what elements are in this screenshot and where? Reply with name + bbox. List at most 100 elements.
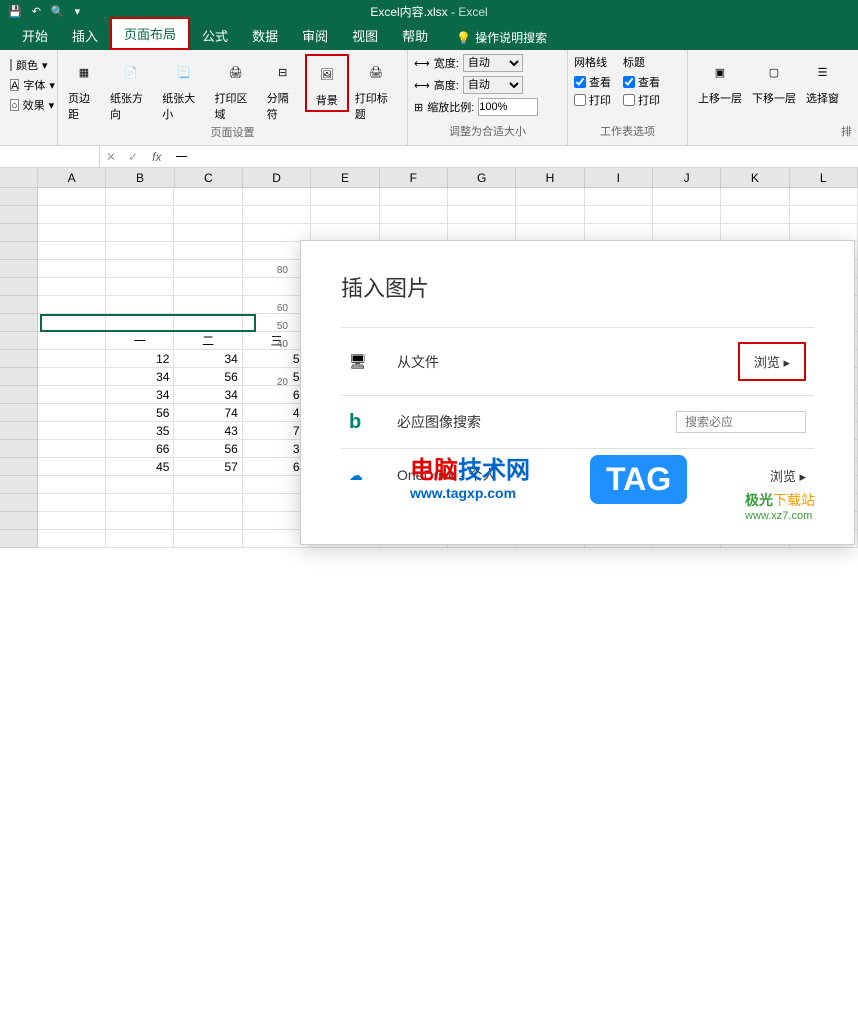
bing-search-row[interactable]: b 必应图像搜索 <box>341 395 814 448</box>
cell[interactable]: 74 <box>174 404 242 422</box>
col-header[interactable]: A <box>38 168 106 187</box>
cell[interactable] <box>106 512 174 530</box>
cell[interactable] <box>516 206 584 224</box>
cell[interactable] <box>106 260 174 278</box>
width-select[interactable]: 自动 <box>463 54 523 72</box>
tab-home[interactable]: 开始 <box>10 21 60 50</box>
size-button[interactable]: 📃纸张大小 <box>158 54 208 124</box>
browse-button[interactable]: 浏览 ▸ <box>738 342 806 381</box>
cell[interactable] <box>721 188 789 206</box>
col-header[interactable]: I <box>585 168 653 187</box>
cell[interactable] <box>38 188 106 206</box>
cell[interactable] <box>243 206 311 224</box>
cell[interactable] <box>311 206 379 224</box>
col-header[interactable]: G <box>448 168 516 187</box>
cell[interactable] <box>721 206 789 224</box>
cell[interactable]: 35 <box>106 422 174 440</box>
cell[interactable] <box>174 278 242 296</box>
background-button[interactable]: 🖼背景 <box>305 54 349 112</box>
cell[interactable] <box>38 386 106 404</box>
cell[interactable] <box>106 242 174 260</box>
margins-button[interactable]: ▦页边距 <box>64 54 104 124</box>
tab-view[interactable]: 视图 <box>340 21 390 50</box>
cell[interactable]: 43 <box>174 422 242 440</box>
tab-page-layout[interactable]: 页面布局 <box>110 17 190 50</box>
cell[interactable] <box>38 260 106 278</box>
cell[interactable] <box>174 296 242 314</box>
cell[interactable] <box>38 278 106 296</box>
orientation-button[interactable]: 📄纸张方向 <box>106 54 156 124</box>
cell[interactable] <box>38 476 106 494</box>
cell[interactable]: 34 <box>174 350 242 368</box>
selection-pane-button[interactable]: ☰选择窗 <box>802 54 843 108</box>
cell[interactable] <box>585 188 653 206</box>
cell[interactable]: 二 <box>174 332 242 350</box>
cell[interactable]: 56 <box>174 440 242 458</box>
cell[interactable]: 57 <box>174 458 242 476</box>
fx-button[interactable]: fx <box>144 150 169 164</box>
cell[interactable] <box>106 314 174 332</box>
cell[interactable] <box>174 314 242 332</box>
fonts-button[interactable]: A字体 ▾ <box>10 76 47 94</box>
cell[interactable] <box>38 512 106 530</box>
cell[interactable] <box>38 368 106 386</box>
cell[interactable] <box>38 296 106 314</box>
cell[interactable] <box>106 494 174 512</box>
select-all-corner[interactable] <box>0 168 38 187</box>
cell[interactable] <box>174 242 242 260</box>
col-header[interactable]: F <box>380 168 448 187</box>
cell[interactable] <box>38 224 106 242</box>
cell[interactable] <box>106 188 174 206</box>
cell[interactable] <box>790 188 858 206</box>
cell[interactable] <box>38 206 106 224</box>
cell[interactable] <box>174 494 242 512</box>
cell[interactable] <box>653 206 721 224</box>
cell[interactable] <box>38 314 106 332</box>
effects-button[interactable]: ○效果 ▾ <box>10 96 47 114</box>
gridlines-view-check[interactable]: 查看 <box>574 74 611 90</box>
qat-dropdown-icon[interactable]: ▾ <box>75 5 81 18</box>
cell[interactable] <box>38 242 106 260</box>
cell[interactable] <box>38 350 106 368</box>
col-header[interactable]: L <box>790 168 858 187</box>
cell[interactable]: 34 <box>106 368 174 386</box>
cell[interactable] <box>516 188 584 206</box>
cell[interactable] <box>106 278 174 296</box>
bing-search-input[interactable] <box>676 411 806 433</box>
col-header[interactable]: C <box>175 168 243 187</box>
cell[interactable]: 一 <box>106 332 174 350</box>
scale-input[interactable] <box>478 98 538 116</box>
headings-print-check[interactable]: 打印 <box>623 92 660 108</box>
tell-me-search[interactable]: 💡 操作说明搜索 <box>448 25 555 50</box>
undo-icon[interactable]: ↶ <box>32 5 41 18</box>
cell[interactable] <box>380 206 448 224</box>
cell[interactable] <box>243 188 311 206</box>
tab-review[interactable]: 审阅 <box>290 21 340 50</box>
browse-onedrive-button[interactable]: 浏览 ▸ <box>770 466 806 485</box>
cell[interactable] <box>380 188 448 206</box>
cell[interactable] <box>174 260 242 278</box>
breaks-button[interactable]: ⊟分隔符 <box>263 54 303 124</box>
cell[interactable] <box>311 188 379 206</box>
cell[interactable] <box>448 206 516 224</box>
cell[interactable] <box>653 188 721 206</box>
cell[interactable] <box>174 206 242 224</box>
cell[interactable] <box>106 530 174 548</box>
cell[interactable] <box>174 188 242 206</box>
cell[interactable]: 45 <box>106 458 174 476</box>
cell[interactable]: 34 <box>106 386 174 404</box>
col-header[interactable]: K <box>721 168 789 187</box>
cell[interactable] <box>38 440 106 458</box>
col-header[interactable]: B <box>106 168 174 187</box>
save-icon[interactable]: 💾 <box>8 5 22 18</box>
cell[interactable] <box>585 206 653 224</box>
cell[interactable] <box>38 332 106 350</box>
cell[interactable] <box>38 458 106 476</box>
colors-button[interactable]: 颜色 ▾ <box>10 56 47 74</box>
cancel-icon[interactable]: ✕ <box>100 150 122 164</box>
cell[interactable] <box>38 422 106 440</box>
col-header[interactable]: H <box>516 168 584 187</box>
touch-icon[interactable]: 🔍 <box>51 5 65 18</box>
cell[interactable] <box>174 224 242 242</box>
cell[interactable]: 56 <box>174 368 242 386</box>
